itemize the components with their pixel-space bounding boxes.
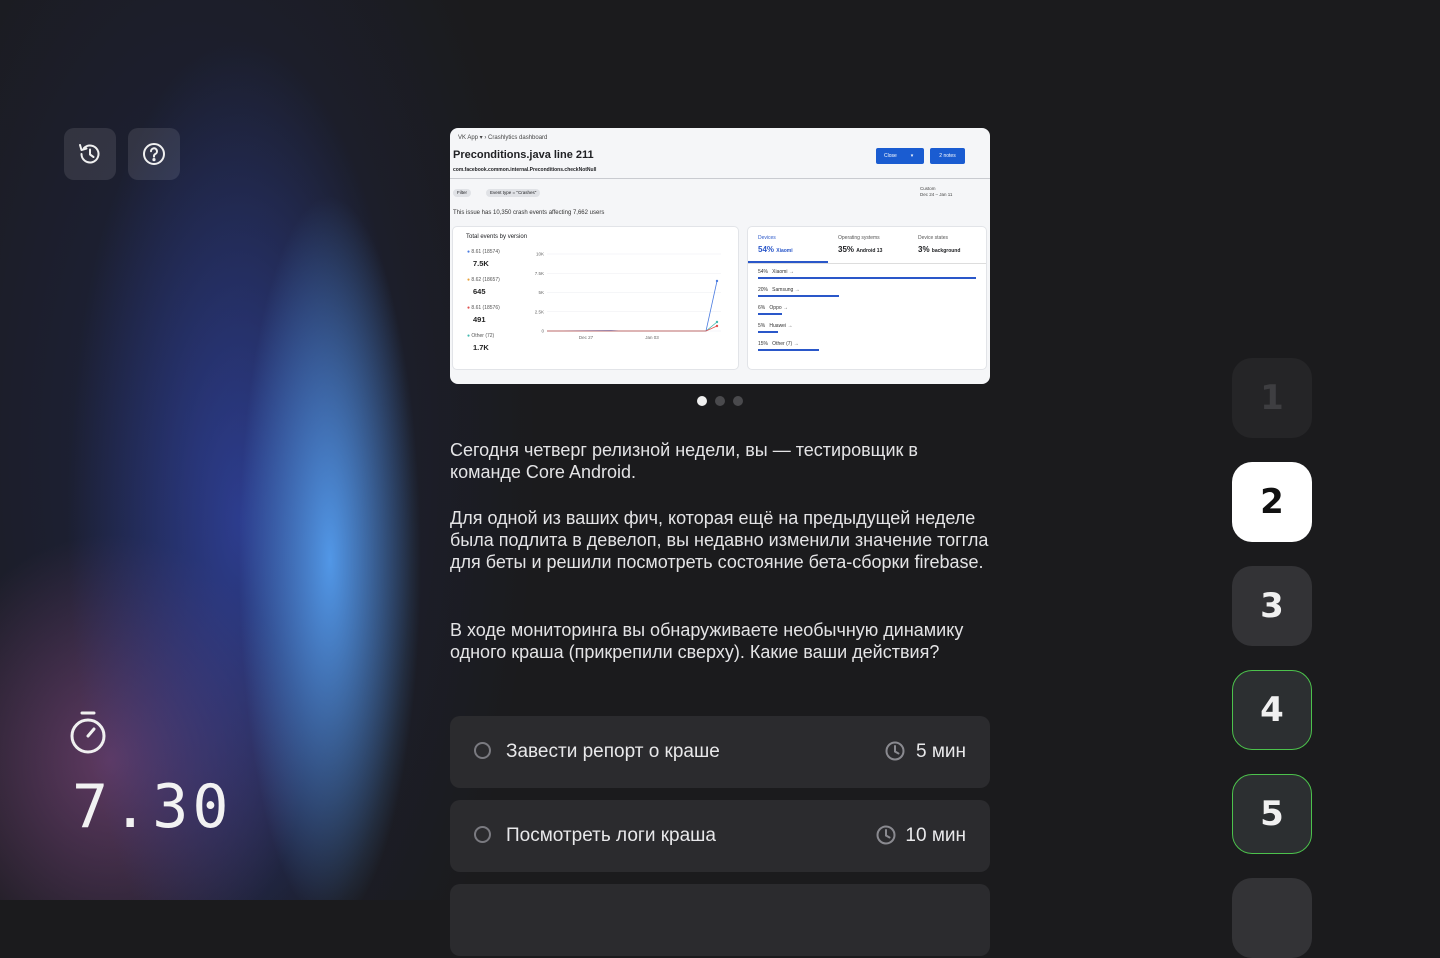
- legend-value: 491: [473, 315, 486, 324]
- y-tick-label: 7.5K: [535, 271, 544, 276]
- answer-option[interactable]: Завести репорт о краше 5 мин: [450, 716, 990, 788]
- step-4-button[interactable]: 4: [1232, 670, 1312, 750]
- legend-value: 645: [473, 287, 486, 296]
- legend-entry: ● 8.62 (18657): [467, 277, 500, 283]
- crash-screenshot[interactable]: VK App ▾ › Crashlytics dashboard Precond…: [450, 128, 990, 384]
- breakdown-row: 6% Oppo →: [758, 305, 789, 311]
- range-label: Custom: [920, 186, 936, 191]
- carousel-dots: [697, 396, 743, 406]
- carousel-dot[interactable]: [715, 396, 725, 406]
- breakdown-tabs: Devices 54% Xiaomi Operating systems 35% An…: [748, 227, 986, 264]
- breakdown-tab: Device states: [918, 235, 949, 241]
- legend-entry: ● 8.61 (18576): [467, 305, 500, 311]
- breakdown-tab: Operating systems: [838, 235, 880, 241]
- history-icon: [79, 144, 100, 164]
- events-panel-title: Total events by version: [466, 234, 528, 240]
- series-point: [715, 279, 719, 283]
- question-paragraph-2: Для одной из ваших фич, которая ещё на п…: [450, 508, 989, 572]
- notes-button: 2 notes: [930, 148, 965, 164]
- event-type-chip: Event type = "Crashes": [486, 189, 541, 197]
- breakdown-bar: [758, 313, 783, 315]
- help-button[interactable]: [128, 128, 180, 180]
- answer-time: 10 мин: [905, 825, 966, 846]
- radio-button[interactable]: [474, 742, 491, 759]
- timer-value: 7.30: [72, 772, 233, 842]
- y-tick-label: 0: [541, 329, 544, 334]
- answer-label: Завести репорт о краше: [506, 741, 720, 762]
- crash-subtitle: com.facebook.common.internal.Preconditio…: [453, 167, 597, 173]
- stopwatch-icon: [70, 711, 106, 754]
- carousel-dot[interactable]: [733, 396, 743, 406]
- divider: [450, 178, 990, 179]
- breakdown-tab: Devices: [758, 235, 776, 241]
- step-2-button[interactable]: 2: [1232, 462, 1312, 542]
- breakdown-tab-value: 35% Android 13: [838, 245, 883, 254]
- issue-summary: This issue has 10,350 crash events affec…: [453, 210, 605, 216]
- y-tick-label: 2.5K: [535, 309, 544, 314]
- answer-label: Посмотреть логи краша: [506, 825, 716, 846]
- breakdown-row: 54% Xiaomi →: [758, 269, 794, 275]
- answer-option[interactable]: Посмотреть логи краша 10 мин: [450, 800, 990, 872]
- breakdown-bar: [758, 349, 819, 351]
- legend-value: 7.5K: [473, 259, 489, 268]
- range-value: Dec 24 – Jan 11: [920, 192, 953, 197]
- crash-title: Preconditions.java line 211: [453, 149, 594, 161]
- breakdown-bar: [758, 295, 839, 297]
- breakdown-row: 20% Samsung →: [758, 287, 800, 293]
- breakdown-panel: Devices 54% Xiaomi Operating systems 35% An…: [748, 227, 986, 369]
- x-tick-label: Jan 03: [645, 335, 659, 340]
- step-3-button[interactable]: 3: [1232, 566, 1312, 646]
- close-button: Close ▾: [876, 148, 924, 164]
- carousel-dot[interactable]: [697, 396, 707, 406]
- answer-time: 5 мин: [915, 741, 966, 762]
- date-range: Custom Dec 24 – Jan 11: [920, 186, 952, 198]
- series-line: [546, 280, 718, 332]
- question-paragraph-1: Сегодня четверг релизной недели, вы — те…: [450, 440, 918, 482]
- legend-entry: ● 8.61 (18574): [467, 249, 500, 255]
- breadcrumb-page: Crashlytics dashboard: [488, 135, 548, 141]
- breakdown-tab-value: 3% background: [918, 245, 961, 254]
- help-icon: [143, 143, 165, 165]
- radio-button[interactable]: [474, 826, 491, 843]
- breadcrumb-app: VK App: [458, 135, 479, 141]
- y-tick-label: 5K: [538, 290, 544, 295]
- legend-value: 1.7K: [473, 343, 489, 352]
- x-tick-label: Dec 27: [579, 335, 594, 340]
- series-point: [715, 320, 719, 324]
- breakdown-bar: [758, 331, 779, 333]
- clock-icon: [885, 741, 905, 761]
- question-paragraph-3: В ходе мониторинга вы обнаруживаете необ…: [450, 620, 964, 662]
- breakdown-tab-value: 54% Xiaomi: [758, 245, 793, 254]
- legend-entry: ● Other (72): [467, 333, 495, 339]
- series-point: [715, 324, 719, 328]
- series-line: [547, 321, 718, 332]
- events-panel: Total events by version ● 8.61 (18574) 7.…: [453, 227, 738, 369]
- answer-option[interactable]: [450, 884, 990, 956]
- step-6-button[interactable]: [1232, 878, 1312, 958]
- events-chart: 10K 7.5K 5K 2.5K 0 Dec 27 Jan 03: [535, 252, 721, 340]
- history-button[interactable]: [64, 128, 116, 180]
- close-button-label: Close: [884, 153, 897, 159]
- filter-chip: Filter: [453, 189, 471, 197]
- breakdown-bar: [758, 277, 976, 279]
- step-5-button[interactable]: 5: [1232, 774, 1312, 854]
- step-1-button[interactable]: 1: [1232, 358, 1312, 438]
- y-tick-label: 10K: [536, 252, 544, 257]
- clock-icon: [876, 825, 896, 845]
- series-line: [547, 325, 718, 332]
- breakdown-row: 5% Huawei →: [758, 323, 793, 329]
- breadcrumb: VK App ▾ › Crashlytics dashboard: [458, 135, 548, 141]
- breakdown-row: 15% Other (7) →: [758, 341, 799, 347]
- active-tab-indicator: [748, 261, 828, 263]
